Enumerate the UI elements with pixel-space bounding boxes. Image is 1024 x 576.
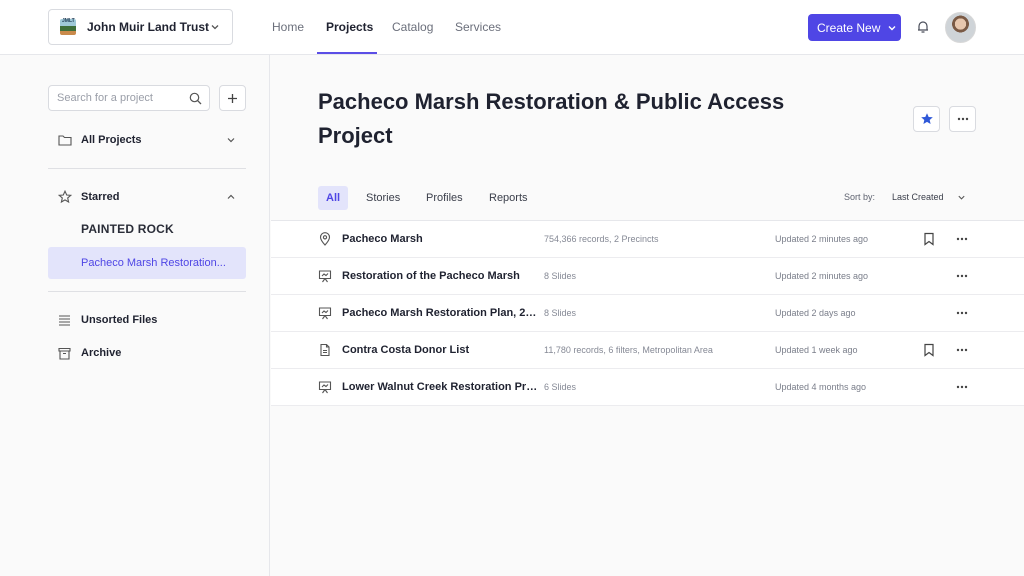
more-horizontal-icon[interactable] [956, 385, 968, 389]
more-horizontal-icon[interactable] [956, 348, 968, 352]
org-logo-text: JMLT [62, 18, 75, 24]
row-updated: Updated 2 minutes ago [775, 271, 869, 281]
row-meta: 11,780 records, 6 filters, Metropolitan … [544, 345, 713, 355]
bell-icon[interactable] [915, 19, 931, 35]
presentation-icon [318, 307, 332, 320]
divider [48, 168, 246, 169]
map-pin-icon [319, 232, 331, 246]
chevron-down-icon[interactable] [226, 135, 236, 145]
row-name[interactable]: Restoration of the Pacheco Marsh [342, 270, 538, 282]
search-icon[interactable] [189, 92, 202, 105]
bookmark-icon[interactable] [923, 232, 935, 246]
row-updated: Updated 1 week ago [775, 345, 858, 355]
star-filled-icon [920, 113, 933, 124]
chevron-up-icon[interactable] [226, 192, 236, 202]
tab-all[interactable]: All [318, 186, 349, 210]
table-row[interactable]: Lower Walnut Creek Restoration Proj... 6 … [271, 369, 1024, 406]
starred-project-painted-rock[interactable]: PAINTED ROCK [81, 222, 174, 236]
archive-icon [58, 347, 71, 360]
nav-home[interactable]: Home [272, 20, 304, 34]
item-list: Pacheco Marsh 754,366 records, 2 Precinct… [271, 220, 1024, 406]
table-row[interactable]: Contra Costa Donor List 11,780 records, 6… [271, 332, 1024, 369]
presentation-icon [318, 270, 332, 283]
sidebar-item-all-projects[interactable]: All Projects [48, 125, 246, 155]
tab-profiles[interactable]: Profiles [418, 186, 471, 210]
row-name[interactable]: Contra Costa Donor List [342, 344, 538, 356]
row-meta: 8 Slides [544, 271, 577, 281]
sidebar-item-unsorted[interactable]: Unsorted Files [48, 305, 246, 335]
row-meta: 754,366 records, 2 Precincts [544, 234, 659, 244]
nav-services[interactable]: Services [455, 20, 501, 34]
org-name: John Muir Land Trust [87, 20, 209, 34]
bookmark-icon[interactable] [923, 343, 935, 357]
row-meta: 8 Slides [544, 308, 577, 318]
more-horizontal-icon[interactable] [956, 274, 968, 278]
sidebar-item-label: Starred [81, 191, 120, 203]
plus-icon [228, 93, 237, 103]
more-horizontal-icon[interactable] [956, 237, 968, 241]
nav-catalog[interactable]: Catalog [392, 20, 433, 34]
page-title: Pacheco Marsh Restoration & Public Acces… [318, 89, 785, 148]
star-button[interactable] [913, 106, 940, 132]
row-updated: Updated 4 months ago [775, 382, 867, 392]
create-new-button[interactable]: Create New [808, 14, 901, 41]
org-switcher[interactable]: JMLT John Muir Land Trust [48, 9, 233, 45]
project-more-button[interactable] [949, 106, 976, 132]
add-project-button[interactable] [219, 85, 246, 111]
sidebar: All Projects Starred PAINTED ROCK Pachec… [0, 55, 270, 576]
presentation-icon [318, 381, 332, 394]
search-input[interactable] [49, 86, 174, 110]
row-name[interactable]: Pacheco Marsh [342, 233, 538, 245]
row-meta: 6 Slides [544, 382, 577, 392]
sort-select[interactable]: Last Created [892, 192, 944, 202]
chevron-down-icon[interactable] [957, 193, 966, 202]
project-search [48, 85, 210, 111]
row-updated: Updated 2 days ago [775, 308, 856, 318]
create-new-label: Create New [817, 20, 881, 35]
folder-icon [57, 135, 72, 146]
sort-label: Sort by: [844, 192, 876, 202]
document-icon [320, 343, 330, 357]
divider [48, 291, 246, 292]
table-row[interactable]: Restoration of the Pacheco Marsh 8 Slides… [271, 258, 1024, 295]
table-row[interactable]: Pacheco Marsh Restoration Plan, 20... 8 S… [271, 295, 1024, 332]
row-name[interactable]: Lower Walnut Creek Restoration Proj... [342, 381, 538, 393]
chevron-down-icon [211, 25, 219, 30]
sidebar-item-label: Archive [81, 347, 122, 359]
row-updated: Updated 2 minutes ago [775, 234, 869, 244]
sidebar-item-label: All Projects [81, 134, 142, 146]
sidebar-item-archive[interactable]: Archive [48, 338, 246, 368]
more-horizontal-icon [957, 117, 968, 121]
star-icon [57, 190, 72, 204]
top-bar: JMLT John Muir Land Trust Home Projects … [0, 0, 1024, 55]
user-avatar[interactable] [945, 12, 976, 43]
tab-stories[interactable]: Stories [358, 186, 408, 210]
org-logo: JMLT [60, 18, 76, 35]
row-name[interactable]: Pacheco Marsh Restoration Plan, 20... [342, 307, 538, 319]
sidebar-item-starred[interactable]: Starred [48, 182, 246, 212]
nav-active-indicator [317, 52, 377, 54]
sidebar-item-label: Unsorted Files [81, 314, 158, 326]
starred-project-pacheco[interactable]: Pacheco Marsh Restoration... [48, 247, 246, 279]
chevron-down-icon [888, 25, 896, 30]
tab-reports[interactable]: Reports [481, 186, 536, 210]
nav-projects[interactable]: Projects [326, 20, 373, 34]
main-content: Pacheco Marsh Restoration & Public Acces… [271, 55, 1024, 576]
table-row[interactable]: Pacheco Marsh 754,366 records, 2 Precinct… [271, 221, 1024, 258]
stack-icon [59, 315, 70, 326]
more-horizontal-icon[interactable] [956, 311, 968, 315]
